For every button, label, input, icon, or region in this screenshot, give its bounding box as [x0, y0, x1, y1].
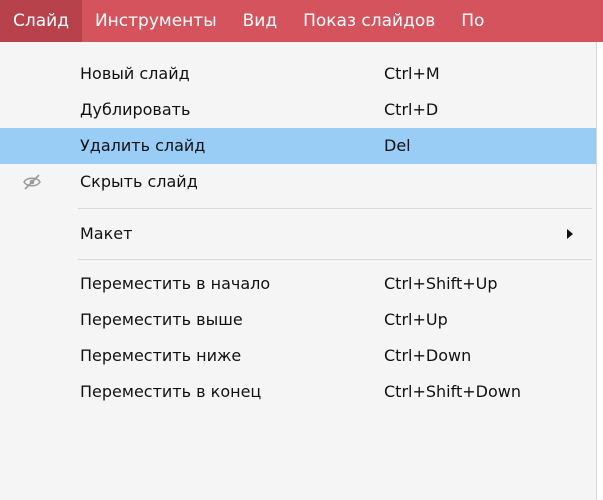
menu-item-label: Макет [80, 224, 133, 243]
menu-item-move-to-start[interactable]: Переместить в начало Ctrl+Shift+Up [0, 266, 596, 302]
menu-item-shortcut: Ctrl+Down [384, 346, 472, 365]
menubar-item-slideshow[interactable]: Показ слайдов [290, 0, 448, 42]
menu-item-shortcut: Ctrl+Shift+Up [384, 274, 498, 293]
menu-item-label: Переместить ниже [80, 346, 242, 365]
menu-item-layout[interactable]: Макет [0, 216, 596, 252]
menubar-item-tools[interactable]: Инструменты [82, 0, 230, 42]
menu-separator [0, 252, 596, 266]
menu-item-move-down[interactable]: Переместить ниже Ctrl+Down [0, 338, 596, 374]
menu-item-label: Переместить выше [80, 310, 243, 329]
menubar: Слайд Инструменты Вид Показ слайдов По [0, 0, 603, 42]
menu-item-label: Новый слайд [80, 64, 190, 83]
menu-item-label: Удалить слайд [80, 136, 206, 155]
menu-item-shortcut: Ctrl+Up [384, 310, 448, 329]
menubar-item-view[interactable]: Вид [230, 0, 290, 42]
submenu-arrow-icon [567, 229, 573, 239]
menu-item-new-slide[interactable]: Новый слайд Ctrl+M [0, 56, 596, 92]
menu-separator [0, 200, 596, 216]
slide-dropdown-menu: Новый слайд Ctrl+M Дублировать Ctrl+D Уд… [0, 42, 597, 500]
menu-item-delete-slide[interactable]: Удалить слайд Del [0, 128, 596, 164]
menu-item-label: Скрыть слайд [80, 172, 198, 191]
hidden-eye-icon [22, 173, 42, 191]
menu-item-shortcut: Ctrl+Shift+Down [384, 382, 521, 401]
menu-item-move-up[interactable]: Переместить выше Ctrl+Up [0, 302, 596, 338]
menu-item-move-to-end[interactable]: Переместить в конец Ctrl+Shift+Down [0, 374, 596, 410]
menu-item-shortcut: Ctrl+M [384, 64, 440, 83]
menu-item-label: Переместить в начало [80, 274, 271, 293]
menu-item-label: Дублировать [80, 100, 191, 119]
menubar-item-slide[interactable]: Слайд [0, 0, 82, 42]
menu-item-hide-slide[interactable]: Скрыть слайд [0, 164, 596, 200]
menubar-item-next-truncated[interactable]: По [448, 0, 497, 42]
menu-item-shortcut: Del [384, 136, 411, 155]
menu-item-duplicate[interactable]: Дублировать Ctrl+D [0, 92, 596, 128]
menu-item-list: Новый слайд Ctrl+M Дублировать Ctrl+D Уд… [0, 56, 596, 410]
menu-item-shortcut: Ctrl+D [384, 100, 439, 119]
menu-item-label: Переместить в конец [80, 382, 262, 401]
